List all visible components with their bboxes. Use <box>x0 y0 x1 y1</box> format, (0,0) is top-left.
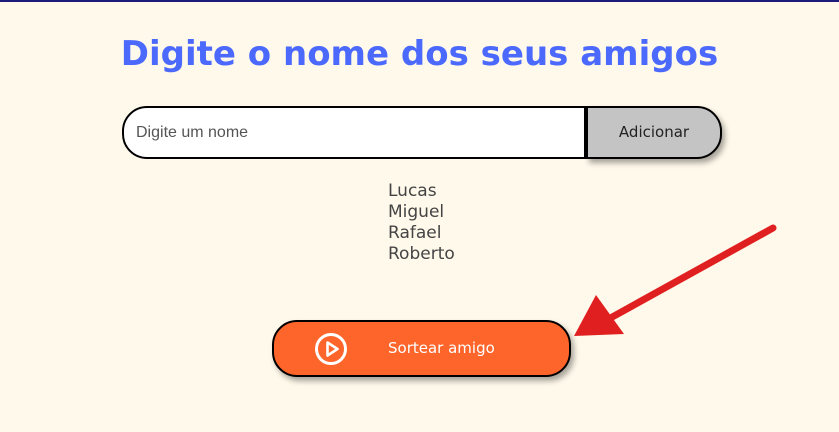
name-input[interactable] <box>124 108 584 157</box>
add-button[interactable]: Adicionar <box>586 106 722 159</box>
draw-friend-button[interactable]: Sortear amigo <box>272 320 571 377</box>
friend-item: Miguel <box>388 202 445 222</box>
name-input-container[interactable] <box>122 106 586 159</box>
red-arrow-icon <box>574 224 777 336</box>
friend-item: Lucas <box>388 181 437 201</box>
friends-list: Lucas Miguel Rafael Roberto <box>388 181 455 265</box>
page-title: Digite o nome dos seus amigos <box>120 34 719 74</box>
play-circle-icon <box>315 333 347 365</box>
friend-item: Roberto <box>388 244 455 264</box>
draw-button-label: Sortear amigo <box>388 339 495 357</box>
top-border <box>0 0 839 2</box>
friend-item: Rafael <box>388 223 442 243</box>
